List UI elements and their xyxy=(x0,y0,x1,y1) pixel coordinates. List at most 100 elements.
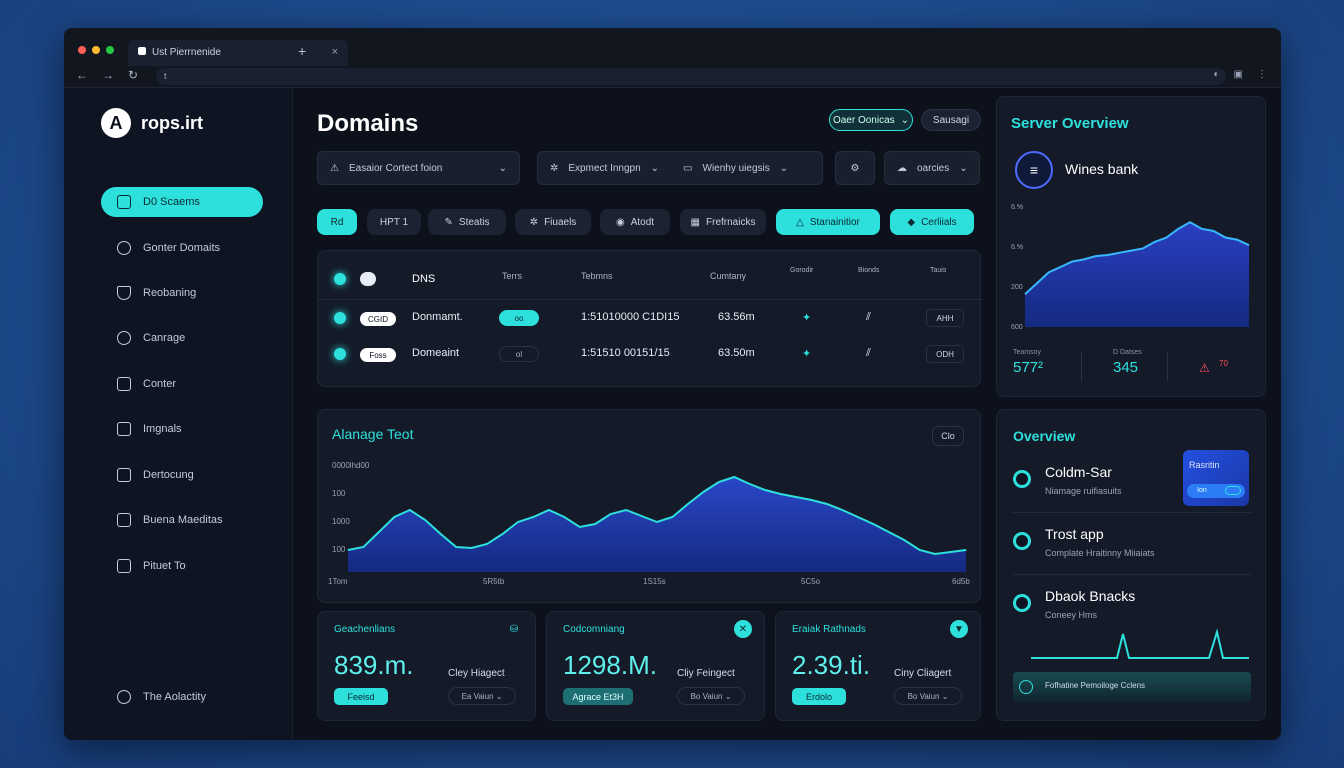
row-name: Donmamt. xyxy=(412,311,463,323)
chip-status[interactable]: ✎ Steatis xyxy=(428,209,506,235)
sidebar-footer-item[interactable]: The Aolactity xyxy=(101,682,263,712)
stat-card: Geachenlians ⛁ 839.m. Cley Hiagect Feeis… xyxy=(317,611,536,721)
chevron-down-icon: ⌄ xyxy=(779,162,789,174)
back-icon[interactable]: ← xyxy=(76,68,88,82)
y-tick-label: 6.% xyxy=(1011,204,1023,211)
dropdown-label: Expmect Inngpn xyxy=(568,162,641,174)
column-header[interactable]: DNS xyxy=(412,273,435,285)
wrench-icon: ✕ xyxy=(734,620,752,638)
sidebar-item-imgnals[interactable]: Imgnals xyxy=(101,414,263,444)
stat-button[interactable]: Feeisd xyxy=(334,688,388,705)
close-tab-icon[interactable]: × xyxy=(332,46,338,58)
minimize-window-button[interactable] xyxy=(92,46,100,54)
stat-label: D Datses xyxy=(1113,349,1142,356)
chip-cerliials[interactable]: ◆ Cerliials xyxy=(890,209,974,235)
chip-frefrnaicks[interactable]: ▦ Frefrnaicks xyxy=(680,209,766,235)
chart-point xyxy=(455,546,457,548)
sidebar-item-dertocung[interactable]: Dertocung xyxy=(101,460,263,490)
overview-item[interactable]: Dbaok Bnacks Coneey Hms xyxy=(1013,586,1251,626)
row-status-toggle[interactable]: ol xyxy=(499,346,539,362)
alert-icon[interactable]: ⚠ xyxy=(1199,361,1210,375)
stat-select[interactable]: Bo Vaiun ⌄ xyxy=(677,687,745,705)
table-row[interactable]: Foss Domeaint ol 1:51510 00151/15 63.50m… xyxy=(318,337,982,375)
new-tab-button[interactable]: + xyxy=(298,43,306,59)
browser-tab[interactable]: Ust Pierrnenide × xyxy=(128,40,348,66)
y-tick-label: 200 xyxy=(1011,284,1023,291)
overview-item[interactable]: Trost app Complate Hraitinny Miiaiats xyxy=(1013,524,1251,564)
close-window-button[interactable] xyxy=(78,46,86,54)
url-field[interactable]: t xyxy=(156,68,1226,85)
filter-button[interactable]: Oaer Oonicas ⌄ xyxy=(829,109,913,131)
chart-point xyxy=(841,509,843,511)
table-row[interactable]: CGID Donmamt. oo 1:51010000 C1DI15 63.56… xyxy=(318,301,982,339)
toggle-icon xyxy=(1225,486,1241,495)
chip-label: Frefrnaicks xyxy=(706,216,756,228)
server-avatar-icon[interactable]: ≡ xyxy=(1015,151,1053,189)
chip-fuels[interactable]: ✲ Fiuaels xyxy=(515,209,591,235)
chart-point xyxy=(764,489,766,491)
sidebar-item-canrage[interactable]: Canrage xyxy=(101,323,263,353)
logo-text: rops.irt xyxy=(141,112,204,133)
dropdown-expect[interactable]: ✲ Expmect Inngpn ⌄ ▭ Wienhy uiegsis ⌄ xyxy=(537,151,823,185)
y-tick-label: 6.% xyxy=(1011,244,1023,251)
column-header[interactable]: Cumtany xyxy=(710,271,746,281)
tab-bar: Ust Pierrnenide × + xyxy=(64,28,1281,66)
dropdown-contact[interactable]: ⚠ Easaior Cortect foion ⌄ xyxy=(317,151,520,185)
settings-button[interactable]: ⚙ xyxy=(835,151,875,185)
chart-point xyxy=(440,533,442,535)
chart-point xyxy=(424,519,426,521)
chip-label: Atodt xyxy=(630,216,655,228)
extension-icon[interactable]: ▣ xyxy=(1234,69,1243,80)
row-action-button[interactable]: AHH xyxy=(926,309,964,327)
sidebar-item-pituet[interactable]: Pituet To xyxy=(101,551,263,581)
sparkle-icon[interactable]: ✦ xyxy=(802,311,811,324)
column-header[interactable]: Gorodir xyxy=(790,267,813,274)
forward-icon[interactable]: → xyxy=(102,68,114,82)
card-toggle[interactable]: Ion xyxy=(1187,484,1245,498)
column-header[interactable]: Tebmns xyxy=(581,271,613,281)
sidebar-item-reobaning[interactable]: Reobaning xyxy=(101,278,263,308)
header-toggle-icon[interactable] xyxy=(360,272,376,286)
column-header[interactable]: Terrs xyxy=(502,271,522,281)
link-icon[interactable]: ⫽ xyxy=(866,347,871,360)
lock-icon[interactable]: ◐ xyxy=(1214,69,1220,80)
chart-point xyxy=(532,516,534,518)
overview-item[interactable]: Coldm-Sar Niamage ruifiasuits xyxy=(1013,462,1183,502)
sidebar-item-buena[interactable]: Buena Maeditas xyxy=(101,505,263,535)
logo[interactable]: A rops.irt xyxy=(101,108,203,138)
y-tick-label: 100 xyxy=(332,489,346,498)
column-header[interactable]: Bionds xyxy=(858,267,879,274)
chart-point xyxy=(718,481,720,483)
reload-icon[interactable]: ↻ xyxy=(128,68,138,82)
chip-stanainitior[interactable]: △ Stanainitior xyxy=(776,209,880,235)
save-button[interactable]: Sausagi xyxy=(921,109,981,131)
chart-point xyxy=(471,547,473,549)
chip-label: HPT 1 xyxy=(379,216,409,228)
stat-button[interactable]: Agrace Et3H xyxy=(563,688,633,705)
menu-icon[interactable]: ⋮ xyxy=(1257,69,1267,80)
overview-card[interactable]: Rasritin Ion xyxy=(1183,450,1249,506)
chevron-down-icon: ⌄ xyxy=(959,162,968,174)
sidebar-item-conter[interactable]: Conter xyxy=(101,369,263,399)
row-value: 63.56m xyxy=(718,311,755,323)
row-action-button[interactable]: ODH xyxy=(926,345,964,363)
monitor-icon: ▭ xyxy=(683,162,693,174)
status-dot-icon xyxy=(334,273,346,285)
chip-atodt[interactable]: ◉ Atodt xyxy=(600,209,670,235)
chip-rd[interactable]: Rd xyxy=(317,209,357,235)
column-header[interactable]: Tauis xyxy=(930,267,946,274)
status-dot-icon xyxy=(1013,594,1031,612)
stat-button[interactable]: Erdolo xyxy=(792,688,846,705)
sidebar-item-dns[interactable]: D0 Scaems xyxy=(101,187,263,217)
sidebar-item-domains[interactable]: Gonter Domaits xyxy=(101,233,263,263)
dropdown-sources[interactable]: ☁ oarcies ⌄ xyxy=(884,151,980,185)
link-icon[interactable]: ⫽ xyxy=(866,311,871,324)
overview-title: Overview xyxy=(1013,428,1076,444)
row-status-toggle[interactable]: oo xyxy=(499,310,539,326)
sparkle-icon[interactable]: ✦ xyxy=(802,347,811,360)
chip-hpt[interactable]: HPT 1 xyxy=(367,209,421,235)
footer-bar[interactable]: Fofhatine Pemoiloge Cclens xyxy=(1013,672,1251,702)
stat-select[interactable]: Bo Vaiun ⌄ xyxy=(894,687,962,705)
stat-select[interactable]: Ea Vaiun ⌄ xyxy=(448,687,516,705)
maximize-window-button[interactable] xyxy=(106,46,114,54)
